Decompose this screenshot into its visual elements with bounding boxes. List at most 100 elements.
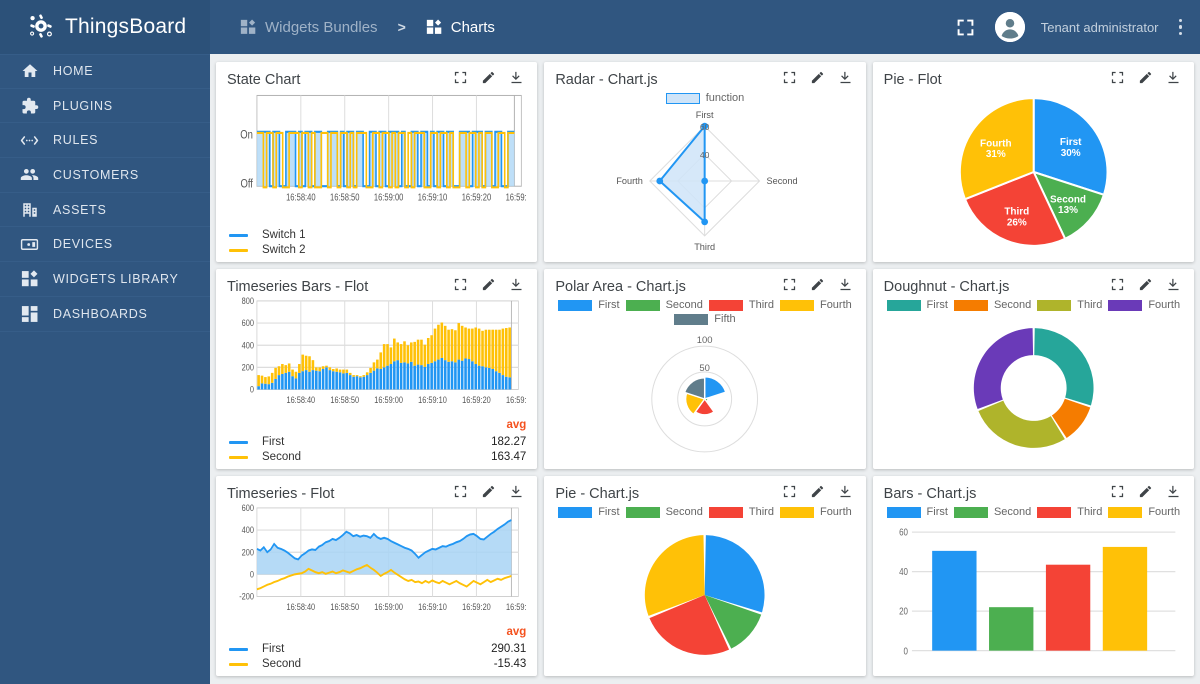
bar-first	[457, 360, 460, 390]
bar-second	[474, 327, 477, 364]
svg-text:First: First	[696, 110, 714, 120]
legend-item[interactable]: Third	[1037, 506, 1102, 518]
bar-fourth[interactable]	[1102, 547, 1146, 651]
widgets-grid-icon	[20, 269, 39, 288]
fullscreen-icon[interactable]	[782, 277, 797, 292]
dashboard-content: State Chart	[210, 54, 1200, 684]
fullscreen-icon[interactable]	[453, 70, 468, 85]
bar-first[interactable]	[932, 551, 976, 651]
bar-third[interactable]	[1046, 565, 1090, 651]
fullscreen-icon[interactable]	[1110, 484, 1125, 499]
bar-second	[461, 326, 464, 361]
legend-item[interactable]: Fourth	[780, 299, 852, 311]
download-icon[interactable]	[1166, 70, 1181, 85]
breadcrumb-item-widgets-bundles[interactable]: Widgets Bundles	[240, 19, 378, 36]
legend-row[interactable]: First 290.31	[229, 643, 526, 655]
sidebar-item-dashboards[interactable]: DASHBOARDS	[0, 297, 210, 332]
bar-first	[481, 366, 484, 389]
pencil-icon[interactable]	[1138, 70, 1153, 85]
bar-first	[407, 363, 410, 389]
download-icon[interactable]	[509, 277, 524, 292]
thingsboard-app: ThingsBoard Widgets Bundles >	[0, 0, 1200, 684]
fullscreen-icon[interactable]	[953, 14, 979, 40]
sidebar-item-assets[interactable]: ASSETS	[0, 193, 210, 228]
sidebar-item-label: CUSTOMERS	[53, 168, 139, 182]
legend-item[interactable]: Fourth	[1108, 299, 1180, 311]
bar-second	[356, 375, 359, 376]
legend-item[interactable]: Second	[954, 506, 1031, 518]
legend-item[interactable]: First	[887, 299, 948, 311]
download-icon[interactable]	[509, 70, 524, 85]
legend-item[interactable]: function	[666, 92, 745, 104]
avatar[interactable]	[995, 12, 1025, 42]
bar-first	[359, 377, 362, 389]
legend-color-swatch	[1037, 300, 1071, 311]
polar-slice-first[interactable]	[705, 377, 726, 399]
timeseries-flot-plot: -2000200400600 16:58:4016:58:5016:59:001…	[227, 503, 526, 626]
legend-item[interactable]: First	[558, 506, 619, 518]
fullscreen-icon[interactable]	[453, 484, 468, 499]
legend-color-swatch	[626, 300, 660, 311]
fullscreen-icon[interactable]	[1110, 277, 1125, 292]
bar-first	[383, 367, 386, 389]
download-icon[interactable]	[1166, 484, 1181, 499]
sidebar-item-devices[interactable]: DEVICES	[0, 227, 210, 262]
sidebar-item-widgets-library[interactable]: WIDGETS LIBRARY	[0, 262, 210, 297]
legend-item[interactable]: Second	[954, 299, 1031, 311]
bar-first	[271, 383, 274, 390]
brand[interactable]: ThingsBoard	[0, 0, 210, 54]
y-tick: 400	[242, 341, 255, 351]
sidebar-item-home[interactable]: HOME	[0, 54, 210, 89]
fullscreen-icon[interactable]	[453, 277, 468, 292]
legend-item[interactable]: Third	[1037, 299, 1102, 311]
widget-actions	[453, 484, 526, 499]
more-vert-icon[interactable]	[1175, 15, 1187, 40]
legend-row[interactable]: First 182.27	[229, 436, 526, 448]
legend-item[interactable]: Second	[626, 506, 703, 518]
legend-row[interactable]: Second 163.47	[229, 451, 526, 463]
pencil-icon[interactable]	[1138, 277, 1153, 292]
pencil-icon[interactable]	[481, 277, 496, 292]
widget-actions	[1110, 484, 1183, 499]
legend-row[interactable]: Switch 1	[229, 229, 526, 241]
download-icon[interactable]	[838, 484, 853, 499]
doughnut-slice-fourth[interactable]	[973, 328, 1032, 409]
bar-second[interactable]	[989, 607, 1033, 650]
pencil-icon[interactable]	[1138, 484, 1153, 499]
pencil-icon[interactable]	[810, 70, 825, 85]
bar-second	[396, 342, 399, 360]
breadcrumb-item-charts[interactable]: Charts	[426, 19, 495, 36]
doughnut-slice-first[interactable]	[1034, 328, 1093, 405]
legend-item[interactable]: Second	[626, 299, 703, 311]
sidebar-item-rules[interactable]: RULES	[0, 123, 210, 158]
download-icon[interactable]	[838, 70, 853, 85]
y-tick: 60	[899, 527, 908, 538]
fullscreen-icon[interactable]	[782, 484, 797, 499]
bar-first	[308, 372, 311, 390]
download-icon[interactable]	[838, 277, 853, 292]
legend-item[interactable]: Fifth	[674, 313, 735, 325]
legend-item[interactable]: Fourth	[780, 506, 852, 518]
fullscreen-icon[interactable]	[782, 70, 797, 85]
legend-row[interactable]: Second -15.43	[229, 658, 526, 670]
sidebar-item-customers[interactable]: CUSTOMERS	[0, 158, 210, 193]
legend-item[interactable]: Third	[709, 299, 774, 311]
svg-text:Second: Second	[767, 176, 798, 186]
pencil-icon[interactable]	[810, 277, 825, 292]
bar-first	[305, 370, 308, 389]
y-tick-labels: On Off	[240, 128, 253, 191]
download-icon[interactable]	[509, 484, 524, 499]
doughnut-slice-third[interactable]	[978, 401, 1064, 448]
legend-item[interactable]: Fourth	[1108, 506, 1180, 518]
legend-item[interactable]: Third	[709, 506, 774, 518]
legend-item[interactable]: First	[887, 506, 948, 518]
pencil-icon[interactable]	[481, 70, 496, 85]
sidebar-item-plugins[interactable]: PLUGINS	[0, 89, 210, 124]
pencil-icon[interactable]	[481, 484, 496, 499]
pencil-icon[interactable]	[810, 484, 825, 499]
download-icon[interactable]	[1166, 277, 1181, 292]
legend-item[interactable]: First	[558, 299, 619, 311]
fullscreen-icon[interactable]	[1110, 70, 1125, 85]
top-bar: ThingsBoard Widgets Bundles >	[0, 0, 1200, 54]
legend-row[interactable]: Switch 2	[229, 244, 526, 256]
